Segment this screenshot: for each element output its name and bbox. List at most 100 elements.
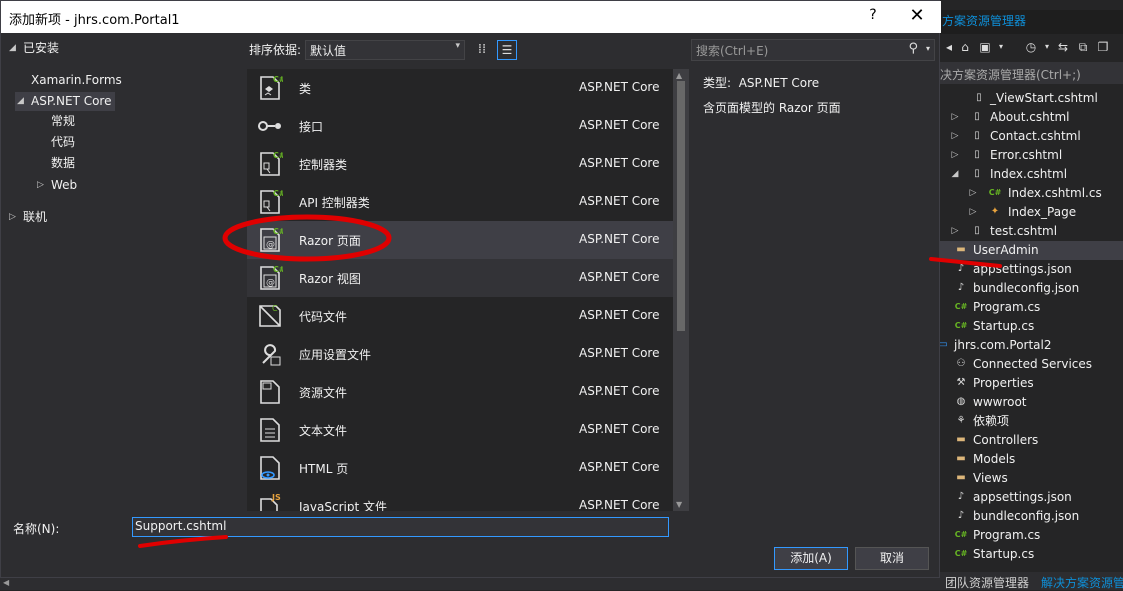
back-icon[interactable]: ◂ (942, 40, 956, 54)
pending-changes-icon[interactable]: ◷ (1024, 40, 1038, 54)
connected-services-icon: ⚇ (956, 358, 966, 369)
solution-tree-item[interactable]: ♪ appsettings.json (940, 260, 1123, 279)
tree-item-aspnet-core[interactable]: ◢ ASP.NET Core (15, 92, 115, 111)
tree-item-code[interactable]: 代码 (51, 133, 75, 151)
solution-tree-item[interactable]: ◢ ▯ Index.cshtml (940, 165, 1123, 184)
template-item-api-controller[interactable]: C# API 控制器类 ASP.NET Core (247, 183, 673, 221)
switch-views-icon[interactable]: ▣ (978, 40, 992, 54)
dialog-titlebar: 添加新项 - jhrs.com.Portal1 ? ✕ (1, 1, 941, 33)
controller-icon: C# (257, 151, 286, 177)
solution-tree-item[interactable]: ♪ appsettings.json (940, 488, 1123, 507)
solution-tree-item[interactable]: ▷ ▯ Contact.cshtml (940, 127, 1123, 146)
solution-tree-item[interactable]: ♪ bundleconfig.json (940, 279, 1123, 298)
list-view-icon[interactable]: ☰ (497, 40, 517, 60)
template-item-razor-page[interactable]: @ C# Razor 页面 ASP.NET Core (247, 221, 673, 259)
solution-tree-item[interactable]: ▬ UserAdmin (940, 241, 1123, 260)
template-category: ASP.NET Core (579, 232, 660, 246)
template-item-code-file[interactable]: C 代码文件 ASP.NET Core (247, 297, 673, 335)
solution-tree-item[interactable]: ▷ ✦ Index_Page (940, 203, 1123, 222)
scrollbar-thumb[interactable] (677, 81, 685, 331)
chevron-down-icon[interactable]: ▾ (1040, 40, 1054, 54)
solution-tree-item[interactable]: C# Startup.cs (940, 545, 1123, 564)
expand-arrow-icon[interactable]: ▷ (950, 127, 960, 146)
solution-tree-item[interactable]: C# Program.cs (940, 526, 1123, 545)
solution-tree-item-label: bundleconfig.json (973, 281, 1080, 295)
show-all-files-icon[interactable]: ❐ (1096, 40, 1110, 54)
grid-view-icon[interactable]: ⁞⁞ (473, 41, 491, 59)
search-input[interactable]: 搜索(Ctrl+E) ⚲ ▾ (691, 39, 935, 61)
json-file-icon: ♪ (957, 491, 965, 502)
solution-tree-item[interactable]: C# Program.cs (940, 298, 1123, 317)
solution-tree-item[interactable]: ♪ bundleconfig.json (940, 507, 1123, 526)
class-icon: C# (257, 75, 286, 101)
expand-arrow-icon[interactable]: ▷ (950, 146, 960, 165)
folder-icon: ▬ (956, 434, 966, 445)
solution-tree-item-label: bundleconfig.json (973, 509, 1080, 523)
chevron-down-icon[interactable]: ▾ (926, 44, 930, 53)
expand-arrow-icon[interactable]: ◢ (950, 165, 960, 184)
solution-tree-item[interactable]: ▷ C# Index.cshtml.cs (940, 184, 1123, 203)
template-item-interface[interactable]: 接口 ASP.NET Core (247, 107, 673, 145)
template-item-resource-file[interactable]: 资源文件 ASP.NET Core (247, 373, 673, 411)
solution-tree-item[interactable]: ▬ Views (940, 469, 1123, 488)
solution-tree-item[interactable]: ▬ Controllers (940, 431, 1123, 450)
expand-arrow-icon[interactable]: ▷ (968, 184, 978, 203)
expand-arrow-icon[interactable]: ▷ (950, 108, 960, 127)
wrench-icon: ⚒ (956, 377, 966, 388)
add-button[interactable]: 添加(A) (774, 547, 848, 570)
solution-tree-item[interactable]: ⚘ 依赖项 (940, 412, 1123, 431)
expand-arrow-icon[interactable]: ▷ (950, 222, 960, 241)
template-category: ASP.NET Core (579, 156, 660, 170)
html-page-icon (257, 455, 283, 481)
sync-icon[interactable]: ⇆ (1056, 40, 1070, 54)
solution-tree-item[interactable]: ▷ ▯ Error.cshtml (940, 146, 1123, 165)
solution-tree-item[interactable]: ▭ jhrs.com.Portal2 (938, 336, 1123, 355)
folder-icon: ▬ (956, 453, 966, 464)
tree-item-xamarin-forms[interactable]: Xamarin.Forms (31, 71, 122, 89)
template-item-controller[interactable]: C# 控制器类 ASP.NET Core (247, 145, 673, 183)
template-item-text-file[interactable]: 文本文件 ASP.NET Core (247, 411, 673, 449)
solution-tree-item[interactable]: C# Startup.cs (940, 317, 1123, 336)
solution-tree-item[interactable]: ▷ ▯ test.cshtml (940, 222, 1123, 241)
scroll-left-icon[interactable]: ◀ (3, 578, 9, 587)
name-input[interactable]: Support.cshtml (132, 517, 669, 537)
search-icon[interactable]: ⚲ (908, 41, 918, 56)
solution-explorer-search[interactable]: 决方案资源管理器(Ctrl+;) (940, 62, 1123, 84)
template-item-app-settings[interactable]: 应用设置文件 ASP.NET Core (247, 335, 673, 373)
scroll-down-icon[interactable]: ▼ (676, 500, 682, 509)
collapse-all-icon[interactable]: ⧉ (1076, 40, 1090, 54)
svg-text:C#: C# (273, 227, 283, 236)
solution-tree-item-label: Properties (973, 376, 1034, 390)
template-item-razor-view[interactable]: @ C# Razor 视图 ASP.NET Core (247, 259, 673, 297)
home-icon[interactable]: ⌂ (958, 40, 972, 54)
template-item-class[interactable]: C# 类 ASP.NET Core (247, 69, 673, 107)
add-new-item-dialog: 添加新项 - jhrs.com.Portal1 ? ✕ ◢ 已安装 Xamari… (0, 0, 941, 578)
tab-solution-explorer[interactable]: 解决方案资源管 (1041, 574, 1123, 591)
tab-team-explorer[interactable]: 团队资源管理器 (945, 574, 1029, 591)
solution-tree-item[interactable]: ⚒ Properties (940, 374, 1123, 393)
template-item-html-page[interactable]: HTML 页 ASP.NET Core (247, 449, 673, 487)
name-label: 名称(N): (13, 522, 60, 536)
solution-tree-item[interactable]: ⚇ Connected Services (940, 355, 1123, 374)
csharp-file-icon: C# (954, 321, 968, 330)
template-description: 含页面模型的 Razor 页面 (703, 101, 841, 115)
horizontal-scrollbar[interactable]: ◀ (0, 578, 940, 590)
template-item-javascript-file[interactable]: JS JavaScript 文件 ASP.NET Core (247, 487, 673, 511)
sort-dropdown[interactable]: 默认值 ▾ (305, 40, 465, 60)
template-list-scrollbar[interactable]: ▲ ▼ (673, 69, 689, 511)
cancel-button[interactable]: 取消 (855, 547, 929, 570)
expand-arrow-icon[interactable]: ▷ (968, 203, 978, 222)
solution-tree-item[interactable]: ▬ Models (940, 450, 1123, 469)
solution-tree-item[interactable]: ◍ wwwroot (940, 393, 1123, 412)
help-button[interactable]: ? (859, 7, 887, 27)
solution-explorer-toolbar: ◂ ⌂ ▣ ▾ ◷ ▾ ⇆ ⧉ ❐ (940, 36, 1123, 60)
tree-item-general[interactable]: 常规 (51, 112, 75, 130)
tree-item-data[interactable]: 数据 (51, 154, 75, 172)
chevron-down-icon[interactable]: ▾ (994, 40, 1008, 54)
close-button[interactable]: ✕ (901, 5, 933, 29)
solution-tree-item[interactable]: ▷ ▯ About.cshtml (940, 108, 1123, 127)
solution-tree-item-label: Error.cshtml (990, 148, 1063, 162)
folder-icon: ▬ (956, 472, 966, 483)
scroll-up-icon[interactable]: ▲ (676, 71, 682, 80)
solution-tree-item[interactable]: ▯ _ViewStart.cshtml (940, 89, 1123, 108)
